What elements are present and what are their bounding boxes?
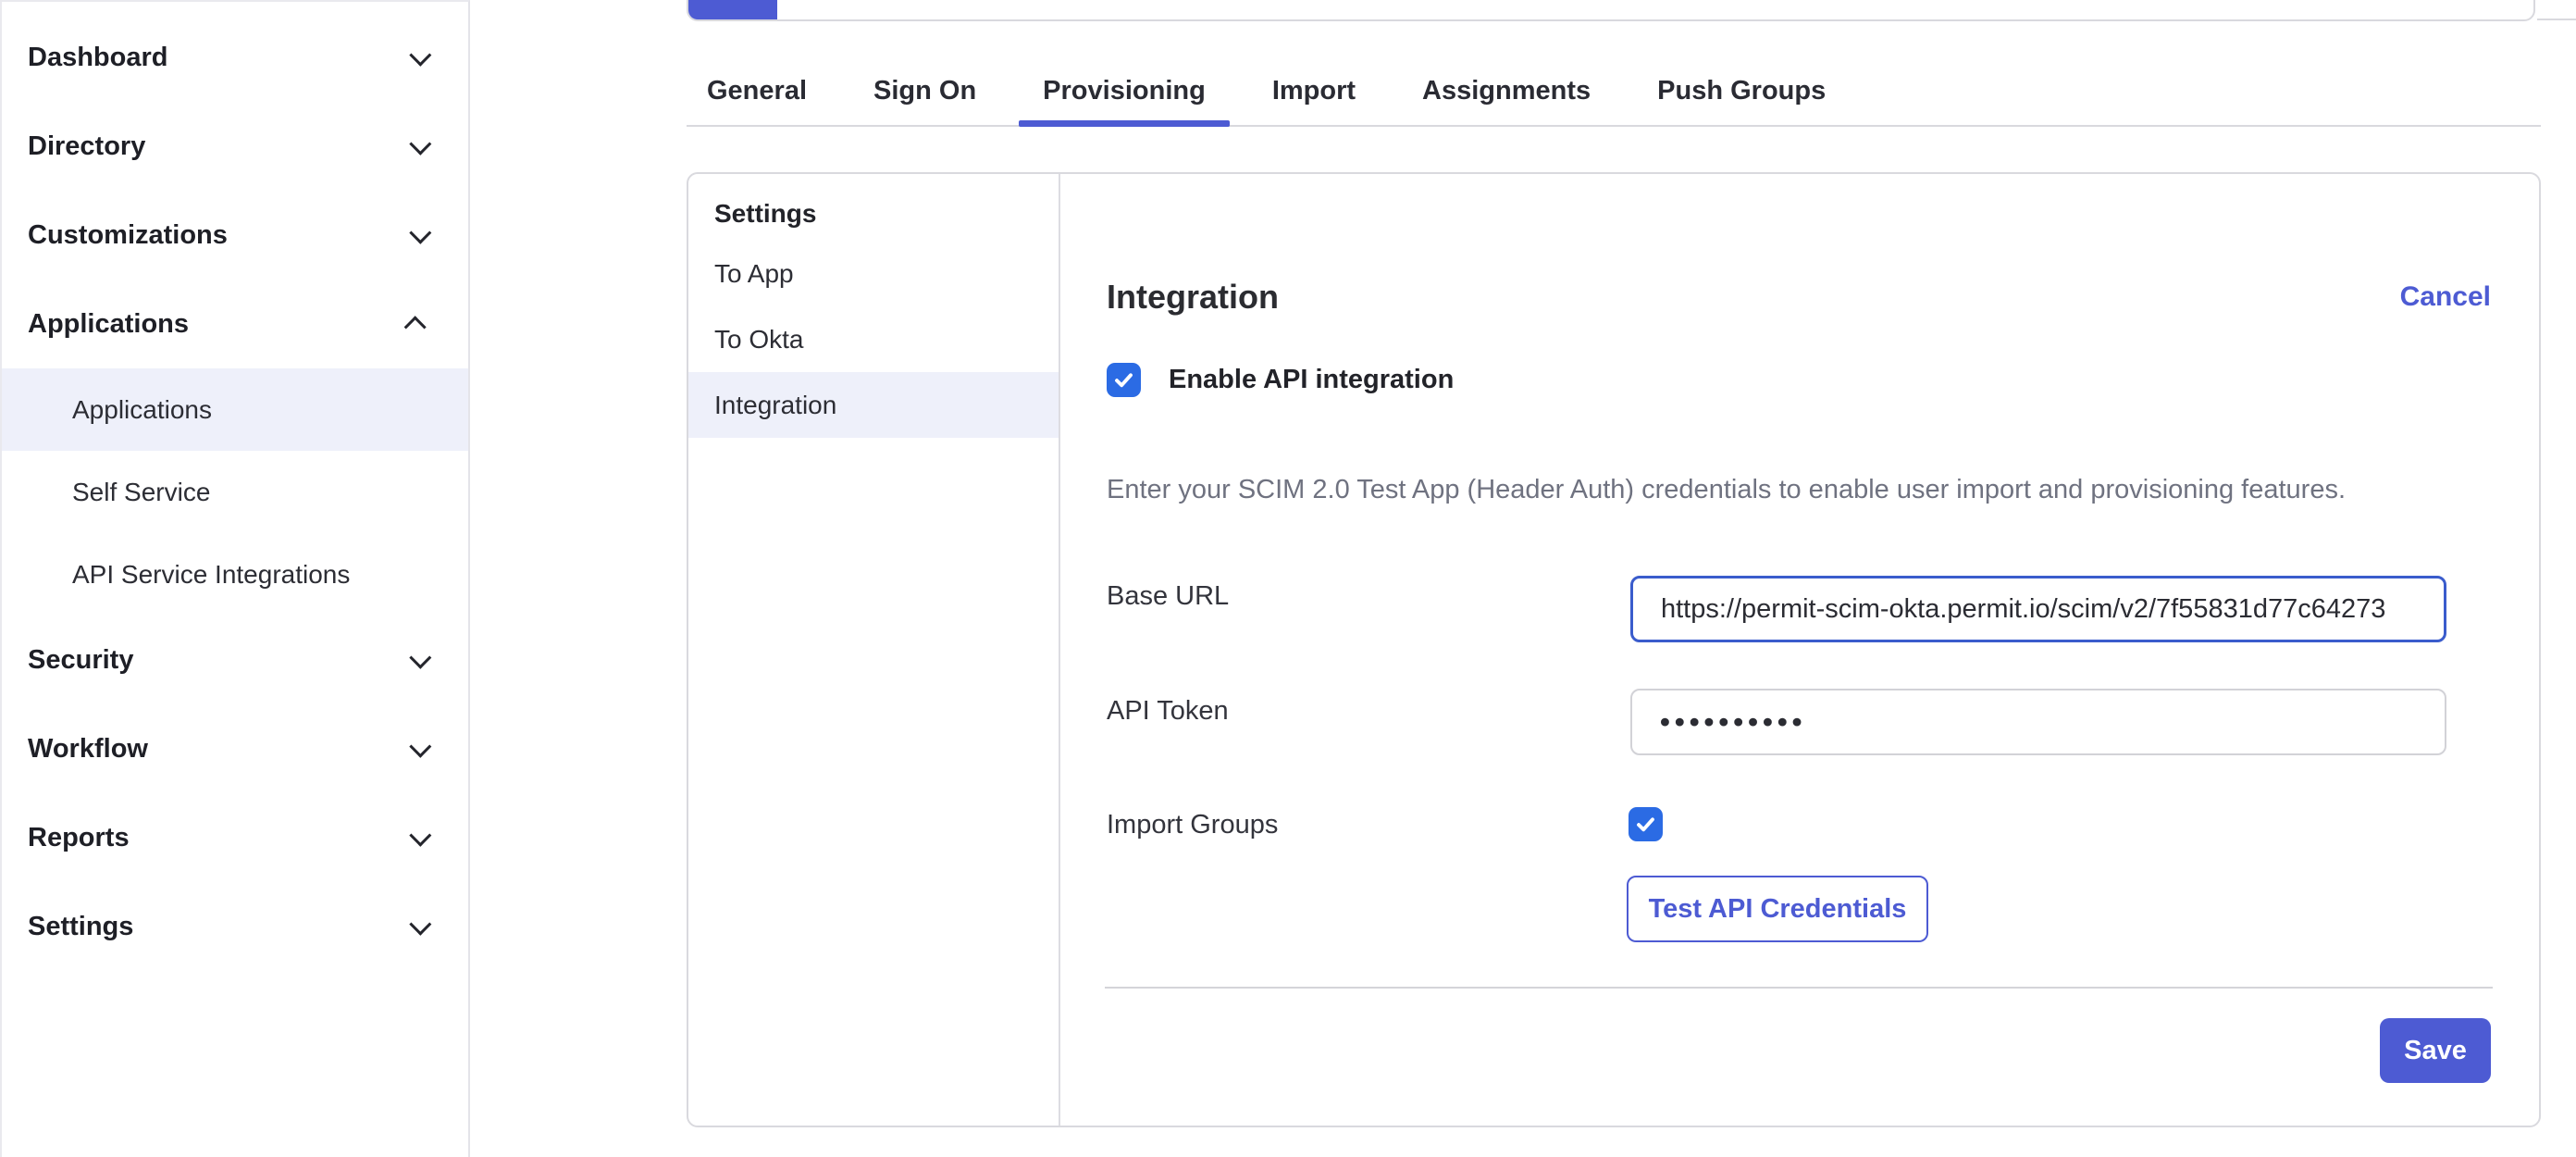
- okta-admin-page: Dashboard Directory Customizations Appli…: [0, 0, 2576, 1157]
- checkmark-icon: [1113, 369, 1134, 391]
- credentials-description: Enter your SCIM 2.0 Test App (Header Aut…: [1107, 470, 2491, 509]
- tab-general[interactable]: General: [707, 76, 807, 106]
- sidebar-subitem-self-service[interactable]: Self Service: [2, 451, 468, 533]
- test-api-credentials-button[interactable]: Test API Credentials: [1627, 876, 1928, 942]
- chevron-down-icon: [409, 824, 431, 846]
- tab-sign-on[interactable]: Sign On: [873, 76, 976, 106]
- sidebar-subitem-label: Self Service: [72, 478, 210, 507]
- sidebar: Dashboard Directory Customizations Appli…: [0, 0, 470, 1157]
- chevron-down-icon: [409, 913, 431, 935]
- settings-nav-header: Settings: [688, 187, 1059, 241]
- sidebar-item-label: Dashboard: [28, 43, 167, 73]
- sidebar-item-directory[interactable]: Directory: [2, 102, 468, 191]
- tab-provisioning[interactable]: Provisioning: [1043, 76, 1206, 106]
- chevron-down-icon: [409, 132, 431, 155]
- sidebar-subitem-label: API Service Integrations: [72, 560, 350, 590]
- cancel-link[interactable]: Cancel: [2400, 281, 2491, 313]
- settings-nav-item-to-app[interactable]: To App: [688, 241, 1059, 306]
- sidebar-subitem-applications[interactable]: Applications: [2, 368, 468, 451]
- chevron-down-icon: [409, 44, 431, 66]
- sidebar-item-dashboard[interactable]: Dashboard: [2, 13, 468, 102]
- sidebar-subitem-api-service-integrations[interactable]: API Service Integrations: [2, 533, 468, 616]
- tab-import[interactable]: Import: [1272, 76, 1356, 106]
- base-url-input[interactable]: [1630, 576, 2446, 642]
- checkmark-icon: [1635, 814, 1656, 835]
- sidebar-item-label: Security: [28, 645, 133, 676]
- sidebar-subitem-label: Applications: [72, 395, 212, 425]
- base-url-label: Base URL: [1107, 581, 1229, 612]
- sidebar-item-label: Settings: [28, 912, 133, 942]
- sidebar-item-reports[interactable]: Reports: [2, 793, 468, 882]
- provisioning-card: Settings To App To Okta Integration Inte…: [687, 172, 2541, 1127]
- sidebar-item-label: Directory: [28, 131, 145, 162]
- tab-push-groups[interactable]: Push Groups: [1657, 76, 1826, 106]
- sidebar-item-label: Applications: [28, 309, 189, 340]
- sidebar-item-label: Workflow: [28, 734, 148, 765]
- chevron-down-icon: [409, 735, 431, 757]
- top-divider-line: [2537, 19, 2576, 20]
- api-token-input[interactable]: [1630, 689, 2446, 755]
- sidebar-item-workflow[interactable]: Workflow: [2, 704, 468, 793]
- import-groups-checkbox[interactable]: [1629, 807, 1663, 841]
- enable-api-integration-label: Enable API integration: [1169, 365, 1454, 395]
- integration-form: Integration Cancel Enable API integratio…: [1060, 174, 2539, 1126]
- page-title: Integration: [1107, 278, 1279, 317]
- app-tab-bar: General Sign On Provisioning Import Assi…: [687, 0, 2541, 127]
- tab-assignments[interactable]: Assignments: [1422, 76, 1591, 106]
- chevron-down-icon: [409, 221, 431, 243]
- sidebar-item-settings[interactable]: Settings: [2, 882, 468, 971]
- footer-divider: [1105, 987, 2493, 989]
- settings-nav-item-to-okta[interactable]: To Okta: [688, 306, 1059, 372]
- import-groups-label: Import Groups: [1107, 810, 1278, 840]
- sidebar-item-security[interactable]: Security: [2, 616, 468, 704]
- save-button[interactable]: Save: [2380, 1018, 2491, 1083]
- settings-nav: Settings To App To Okta Integration: [688, 174, 1060, 1126]
- sidebar-item-customizations[interactable]: Customizations: [2, 191, 468, 280]
- chevron-down-icon: [409, 646, 431, 668]
- enable-api-integration-checkbox[interactable]: [1107, 363, 1141, 397]
- chevron-up-icon: [404, 316, 427, 338]
- sidebar-item-label: Reports: [28, 823, 130, 853]
- sidebar-item-label: Customizations: [28, 220, 228, 251]
- settings-nav-item-integration[interactable]: Integration: [688, 372, 1059, 438]
- sidebar-item-applications[interactable]: Applications: [2, 280, 468, 368]
- api-token-label: API Token: [1107, 696, 1229, 727]
